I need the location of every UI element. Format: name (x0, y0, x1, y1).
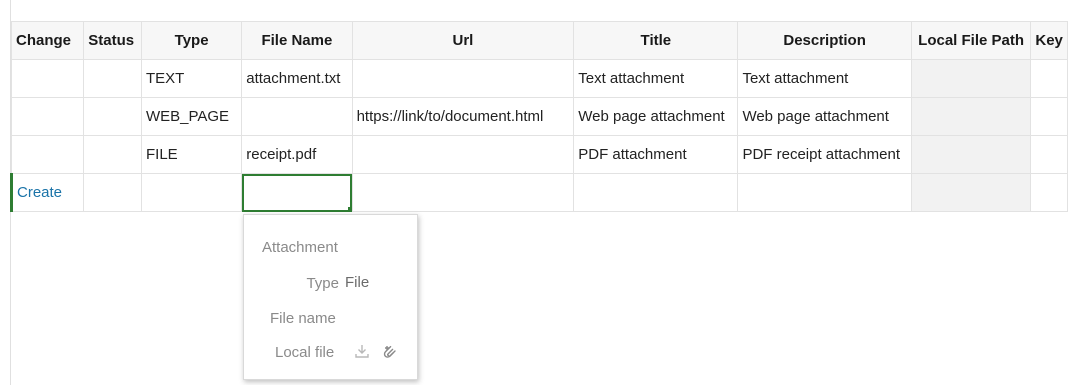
popup-local-file-label: Local file (275, 344, 335, 361)
header-title[interactable]: Title (573, 21, 739, 60)
cell-key[interactable] (1030, 173, 1068, 212)
cell-local-file-path (910, 59, 1032, 98)
cell-url[interactable]: https://link/to/document.html (351, 97, 575, 136)
cell-type[interactable]: TEXT (140, 59, 243, 98)
cell-url[interactable] (351, 135, 575, 174)
cell-status[interactable] (83, 173, 142, 212)
popup-type-value: File (345, 274, 370, 291)
cell-type[interactable] (140, 173, 243, 212)
cell-title[interactable]: Web page attachment (573, 97, 739, 136)
header-status[interactable]: Status (83, 21, 142, 60)
cell-local-file-path (910, 97, 1032, 136)
cell-file-name[interactable]: receipt.pdf (241, 135, 353, 174)
table-row[interactable]: WEB_PAGE https://link/to/document.html W… (10, 97, 1068, 136)
header-file-name[interactable]: File Name (241, 21, 353, 60)
header-row: Change Status Type File Name Url Title D… (10, 21, 1068, 60)
cell-change[interactable] (10, 97, 85, 136)
cell-local-file-path (910, 135, 1032, 174)
cell-description[interactable]: PDF receipt attachment (737, 135, 912, 174)
attach-file-icon[interactable] (380, 342, 398, 360)
table-row[interactable]: TEXT attachment.txt Text attachment Text… (10, 59, 1068, 98)
cell-change[interactable] (10, 59, 85, 98)
cell-change[interactable] (10, 135, 85, 174)
attachments-grid-view: Change Status Type File Name Url Title D… (0, 0, 1068, 385)
cell-title[interactable]: Text attachment (573, 59, 739, 98)
popup-file-name-label: File name (270, 310, 336, 327)
cell-title[interactable]: PDF attachment (573, 135, 739, 174)
cell-key[interactable] (1030, 97, 1068, 136)
attachment-tooltip-popup: Attachment Type File File name Local fil… (243, 214, 418, 380)
cell-description[interactable]: Text attachment (737, 59, 912, 98)
cell-file-name-selected[interactable] (241, 173, 353, 212)
cell-status[interactable] (83, 97, 142, 136)
popup-type-label: Type (306, 275, 339, 292)
cell-description[interactable] (737, 173, 912, 212)
header-local-file-path[interactable]: Local File Path (910, 21, 1032, 60)
cell-status[interactable] (83, 59, 142, 98)
cell-file-name[interactable]: attachment.txt (241, 59, 353, 98)
selection-fill-handle[interactable] (347, 207, 352, 211)
header-change[interactable]: Change (10, 21, 85, 60)
cell-key[interactable] (1030, 135, 1068, 174)
download-icon[interactable] (353, 342, 371, 360)
cell-status[interactable] (83, 135, 142, 174)
header-key[interactable]: Key (1030, 21, 1068, 60)
header-url[interactable]: Url (351, 21, 575, 60)
cell-type[interactable]: WEB_PAGE (140, 97, 243, 136)
cell-title[interactable] (573, 173, 739, 212)
cell-local-file-path (910, 173, 1032, 212)
cell-description[interactable]: Web page attachment (737, 97, 912, 136)
header-type[interactable]: Type (140, 21, 243, 60)
cell-file-name[interactable] (241, 97, 353, 136)
create-row[interactable]: Create (9, 173, 1068, 212)
create-label[interactable]: Create (9, 173, 85, 212)
cell-key[interactable] (1030, 59, 1068, 98)
cell-type[interactable]: FILE (140, 135, 243, 174)
header-description[interactable]: Description (737, 21, 912, 60)
popup-title: Attachment (262, 239, 338, 256)
cell-url[interactable] (351, 173, 575, 212)
cell-url[interactable] (351, 59, 575, 98)
attachments-table: Change Status Type File Name Url Title D… (9, 21, 1068, 212)
table-row[interactable]: FILE receipt.pdf PDF attachment PDF rece… (10, 135, 1068, 174)
